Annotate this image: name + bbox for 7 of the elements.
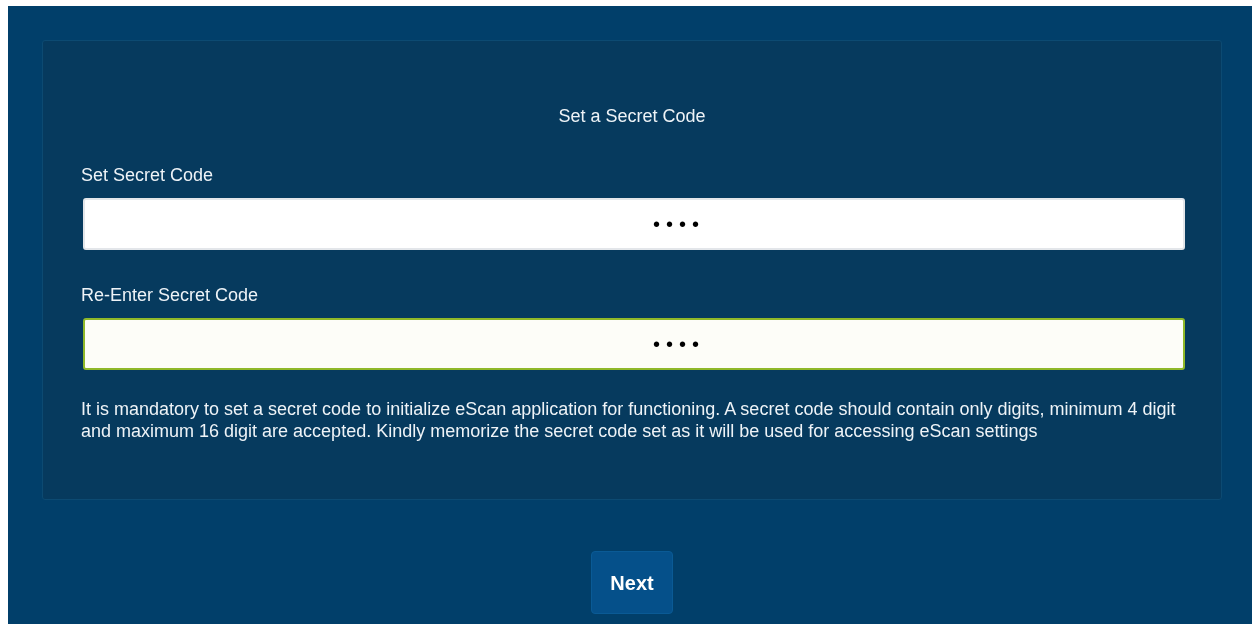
next-button[interactable]: Next bbox=[591, 551, 673, 614]
field-label: Re-Enter Secret Code bbox=[81, 284, 259, 307]
code-input-field[interactable]: •••• bbox=[83, 198, 1185, 250]
help-text: It is mandatory to set a secret code to initialize eScan application for functioning. A secret code should contain only digits, minimum 4 digit and maximum 16 digit are accepted. Kindly memorize the secret code set as it will be used for accessing eScan settings bbox=[81, 398, 1177, 442]
form-title: Set a Secret Code bbox=[558, 105, 706, 128]
code-input-field[interactable]: •••• bbox=[83, 318, 1185, 370]
field-label: Set Secret Code bbox=[81, 164, 214, 187]
